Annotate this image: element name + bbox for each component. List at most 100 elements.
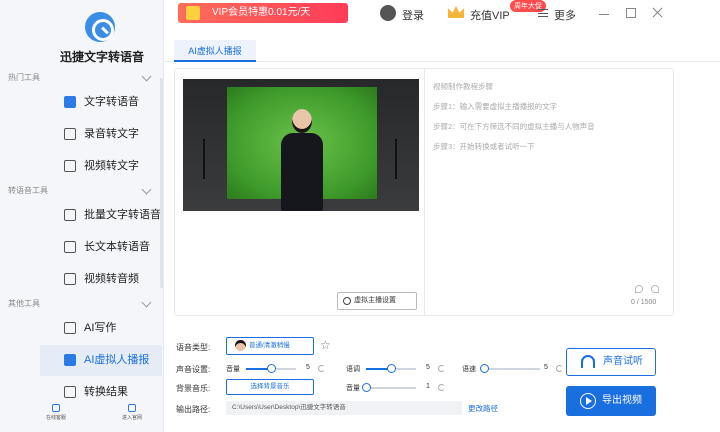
- recording-icon: [64, 128, 76, 140]
- reset-icon[interactable]: [556, 365, 563, 372]
- pitch-slider[interactable]: [366, 364, 416, 373]
- sidebar-item-label: 文字转语音: [84, 96, 139, 108]
- tab-bar: AI虚拟人播报: [164, 40, 720, 62]
- gift-icon: [186, 6, 200, 20]
- voice-select-button[interactable]: 普通/清澈稍慢: [226, 337, 314, 355]
- close-icon[interactable]: [652, 6, 664, 18]
- recharge-vip-button[interactable]: 充值VIP: [448, 6, 510, 23]
- sidebar: 迅捷文字转语音 热门工具 文字转语音 录音转文字 视频转文字 转语音工具 批量文…: [0, 0, 164, 432]
- text-to-speech-icon: [64, 96, 76, 108]
- reset-icon[interactable]: [438, 384, 445, 391]
- speed-value: 5: [544, 364, 548, 371]
- chevron-down-icon: [141, 184, 152, 195]
- group-header-hot-tools[interactable]: 热门工具: [0, 70, 164, 86]
- chevron-down-icon: [141, 71, 152, 82]
- support-label: 在线客服: [45, 415, 66, 421]
- try-listen-label: 声音试听: [603, 356, 643, 367]
- menu-icon: [538, 9, 548, 17]
- bg-music-label: 背景音乐:: [176, 384, 211, 393]
- group-header-other-tools[interactable]: 其他工具: [0, 296, 164, 312]
- more-label: 更多: [554, 10, 576, 22]
- minimize-icon[interactable]: [599, 14, 609, 15]
- pitch-value: 5: [426, 364, 430, 371]
- online-support-button[interactable]: 在线客服: [36, 404, 76, 421]
- website-label: 进入官网: [121, 415, 142, 421]
- sound-settings-label: 声音设置:: [176, 365, 211, 374]
- output-path-label: 输出路径:: [176, 405, 211, 414]
- reset-icon[interactable]: [438, 365, 445, 372]
- tutorial-step: 步骤3：开始转换或者试听一下: [433, 142, 535, 151]
- tutorial-title: 视频制作教程步骤: [433, 82, 493, 91]
- volume-knob[interactable]: [267, 364, 276, 373]
- speed-knob[interactable]: [480, 364, 489, 373]
- pitch-label: 语调: [346, 366, 360, 373]
- official-site-button[interactable]: 进入官网: [112, 404, 152, 421]
- more-menu-button[interactable]: 更多: [538, 7, 576, 23]
- speed-slider[interactable]: [480, 364, 540, 373]
- sidebar-item-video-to-audio[interactable]: 视频转音频: [40, 264, 162, 295]
- virtual-anchor-figure: [279, 107, 325, 211]
- reset-icon[interactable]: [318, 365, 325, 372]
- ai-write-icon: [64, 322, 76, 334]
- voice-avatar: [235, 340, 246, 351]
- recharge-vip-label: 充值VIP: [470, 10, 510, 22]
- bg-volume-slider[interactable]: [362, 383, 416, 392]
- app-logo-icon: [85, 12, 115, 42]
- sidebar-item-label: 录音转文字: [84, 128, 139, 140]
- studio-light-right: [383, 139, 397, 179]
- anchor-settings-label: 虚拟主播设置: [354, 297, 396, 304]
- export-video-label: 导出视频: [602, 395, 642, 406]
- vip-promo-banner[interactable]: VIP会员特惠0.01元/天: [178, 3, 348, 23]
- result-icon: [64, 386, 76, 398]
- editor-panel: 虚拟主播设置 视频制作教程步骤 步骤1：输入需要虚拟主播播报的文字 步骤2：可在…: [174, 68, 674, 316]
- try-listen-button[interactable]: 声音试听: [566, 348, 656, 376]
- sidebar-item-recording-to-text[interactable]: 录音转文字: [40, 119, 162, 150]
- top-bar: VIP会员特惠0.01元/天 登录 充值VIP 周年大促 更多: [164, 0, 720, 30]
- sidebar-item-text-to-speech[interactable]: 文字转语音: [40, 87, 162, 118]
- play-icon: [580, 393, 596, 409]
- group-header-speech-tools[interactable]: 转语音工具: [0, 183, 164, 199]
- login-button[interactable]: 登录: [380, 5, 424, 23]
- sidebar-item-long-text-tts[interactable]: 长文本转语音: [40, 232, 162, 263]
- redo-icon[interactable]: [651, 285, 659, 293]
- undo-icon[interactable]: [635, 285, 643, 293]
- tutorial-step: 步骤2：可在下方筛选不同的虚拟主播与人物声音: [433, 122, 595, 131]
- video-preview-area: 虚拟主播设置: [175, 69, 425, 315]
- script-textarea[interactable]: 视频制作教程步骤 步骤1：输入需要虚拟主播播报的文字 步骤2：可在下方筛选不同的…: [425, 69, 673, 315]
- group-label: 其他工具: [8, 299, 40, 308]
- sidebar-item-label: 视频转音频: [84, 273, 139, 285]
- headphones-icon: [581, 355, 595, 368]
- user-icon: [380, 5, 396, 21]
- character-count: 0 / 1500: [631, 299, 657, 306]
- sidebar-item-batch-tts[interactable]: 批量文字转语音: [40, 200, 162, 231]
- sidebar-item-ai-write[interactable]: AI写作: [40, 313, 162, 344]
- change-path-link[interactable]: 更改路径: [468, 403, 498, 414]
- volume-label: 音量: [226, 366, 240, 373]
- website-icon: [128, 404, 136, 412]
- sidebar-item-label: 转换结果: [84, 386, 128, 398]
- export-video-button[interactable]: 导出视频: [566, 386, 656, 416]
- speed-label: 语速: [462, 366, 476, 373]
- maximize-icon[interactable]: [626, 8, 636, 18]
- voice-type-label: 语音类型:: [176, 343, 211, 352]
- volume-slider[interactable]: [246, 364, 296, 373]
- pitch-knob[interactable]: [387, 364, 396, 373]
- output-path-field[interactable]: C:\Users\User\Desktop\迅捷文字转语音: [226, 401, 462, 415]
- star-icon[interactable]: ☆: [320, 338, 331, 352]
- app-window: 迅捷文字转语音 热门工具 文字转语音 录音转文字 视频转文字 转语音工具 批量文…: [0, 0, 720, 432]
- document-icon: [64, 241, 76, 253]
- virtual-anchor-icon: [64, 354, 76, 366]
- bg-volume-knob[interactable]: [362, 383, 371, 392]
- sidebar-scrollbar[interactable]: [160, 78, 163, 288]
- tab-ai-virtual-anchor[interactable]: AI虚拟人播报: [174, 40, 256, 62]
- volume-value: 5: [306, 364, 310, 371]
- tutorial-step: 步骤1：输入需要虚拟主播播报的文字: [433, 102, 558, 111]
- sidebar-item-video-to-text[interactable]: 视频转文字: [40, 151, 162, 182]
- select-bg-music-button[interactable]: 选择背景音乐: [226, 379, 314, 395]
- voice-name: 普通/清澈稍慢: [249, 342, 290, 349]
- vip-promo-text: VIP会员特惠0.01元/天: [212, 7, 311, 18]
- batch-icon: [64, 209, 76, 221]
- anchor-settings-button[interactable]: 虚拟主播设置: [337, 292, 417, 310]
- app-name: 迅捷文字转语音: [59, 50, 144, 64]
- sidebar-item-virtual-anchor[interactable]: AI虚拟人播报: [40, 345, 162, 376]
